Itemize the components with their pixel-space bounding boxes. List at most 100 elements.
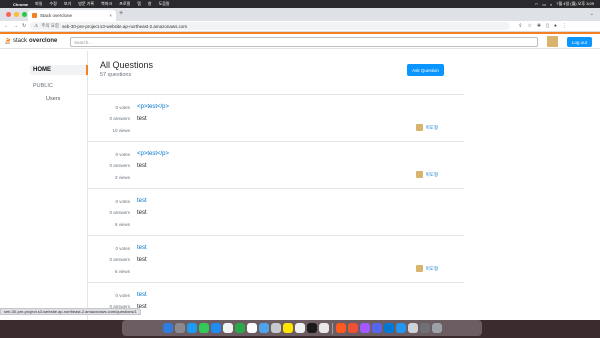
terminal-icon[interactable]: [306, 323, 317, 333]
question-title-link[interactable]: <p>test</p>: [137, 104, 169, 110]
avatar[interactable]: [547, 36, 558, 47]
sidebar-section-public: PUBLIC: [33, 83, 53, 89]
browser-toolbar: ← → ↻ ⚠ 주의 요함 seb-30-pre-project.s3-webs…: [0, 21, 600, 32]
figma-icon[interactable]: [359, 323, 370, 333]
forward-icon[interactable]: →: [13, 23, 18, 29]
question-count: 57 questions: [100, 72, 132, 78]
trash-icon[interactable]: [431, 323, 442, 333]
question-title-link[interactable]: test: [137, 292, 147, 298]
question-row: 0 votes 0 answers test test: [88, 282, 464, 320]
mail-icon[interactable]: [210, 323, 221, 333]
safari-icon[interactable]: [186, 323, 197, 333]
calendar-icon[interactable]: [246, 323, 257, 333]
menubar-item-view[interactable]: 보기: [64, 1, 71, 7]
bookmark-star-icon[interactable]: ☆: [527, 23, 531, 29]
search-input[interactable]: Search...: [70, 37, 538, 47]
view-count: 6 views: [114, 222, 130, 227]
question-row: 0 votes 0 answers 3 views <p>test</p> te…: [88, 141, 464, 188]
security-label: 주의 요함: [41, 23, 60, 28]
logout-button[interactable]: Log out: [567, 37, 592, 47]
preview-icon[interactable]: [407, 323, 418, 333]
chrome-icon[interactable]: [294, 323, 305, 333]
site-logo[interactable]: stack overclone: [4, 37, 57, 45]
more-menu-icon[interactable]: ⋮: [562, 23, 567, 29]
question-excerpt: test: [137, 163, 147, 169]
menubar-item-profiles[interactable]: 프로필: [119, 1, 130, 7]
kakaotalk-icon[interactable]: [282, 323, 293, 333]
site-header: stack overclone Search... Log out: [0, 32, 600, 49]
messages-icon[interactable]: [198, 323, 209, 333]
answer-count: 0 answers: [109, 257, 130, 262]
question-author[interactable]: 이도형: [415, 265, 438, 272]
logo-text: stack: [13, 38, 28, 44]
question-excerpt: test: [137, 116, 147, 122]
zoom-window-icon[interactable]: [22, 12, 27, 17]
photos-icon[interactable]: [222, 323, 233, 333]
answer-count: 0 answers: [109, 210, 130, 215]
question-row: 0 votes 0 answers 6 views test test: [88, 188, 464, 235]
settings-icon[interactable]: [270, 323, 281, 333]
appstore-icon[interactable]: [258, 323, 269, 333]
downloads-icon[interactable]: [419, 323, 430, 333]
search-spotlight-icon[interactable]: ⌕: [550, 2, 552, 7]
vote-count: 0 votes: [115, 199, 130, 204]
notes-icon[interactable]: [318, 323, 329, 333]
logo-text-bold: overclone: [29, 38, 58, 44]
author-name: 이도형: [425, 171, 438, 177]
swift-icon[interactable]: [335, 323, 346, 333]
facetime-icon[interactable]: [234, 323, 245, 333]
view-count: 6 views: [114, 269, 130, 274]
docker-icon[interactable]: [395, 323, 406, 333]
sidebar-item-home[interactable]: HOME: [30, 65, 88, 75]
vote-count: 0 votes: [115, 105, 130, 110]
menubar-app-name[interactable]: Chrome: [13, 2, 28, 7]
question-author[interactable]: 이도형: [415, 124, 438, 131]
address-bar[interactable]: ⚠ 주의 요함 seb-30-pre-project.s3-website.ap…: [30, 22, 511, 30]
close-tab-icon[interactable]: ×: [109, 13, 112, 18]
warning-icon[interactable]: ⚠: [34, 23, 38, 29]
menubar-item-bookmarks[interactable]: 북마크: [101, 1, 112, 7]
ask-question-button[interactable]: Ask Question: [407, 64, 444, 76]
question-title-link[interactable]: test: [137, 245, 147, 251]
share-icon[interactable]: ⇪: [518, 23, 522, 29]
menubar-item-window[interactable]: 창: [148, 1, 152, 7]
question-author[interactable]: 이도형: [415, 171, 438, 178]
battery-icon[interactable]: ▭: [542, 2, 546, 7]
view-count: 3 views: [114, 175, 130, 180]
author-name: 이도형: [425, 124, 438, 130]
minimize-window-icon[interactable]: [14, 12, 19, 17]
dock-separator: [331, 322, 333, 334]
page-title: All Questions: [100, 60, 154, 70]
menubar-item-history[interactable]: 방문 기록: [78, 1, 94, 7]
git-icon[interactable]: [347, 323, 358, 333]
finder-icon[interactable]: [162, 323, 173, 333]
wifi-icon[interactable]: ◠: [535, 2, 539, 7]
vscode-icon[interactable]: [383, 323, 394, 333]
tab-search-chevron-icon[interactable]: ⌄: [590, 11, 594, 17]
question-title-link[interactable]: <p>test</p>: [137, 151, 169, 157]
back-icon[interactable]: ←: [4, 23, 9, 29]
close-window-icon[interactable]: [6, 12, 11, 17]
browser-tab[interactable]: Stack overclone ×: [28, 10, 116, 21]
sidebar-item-users[interactable]: Users: [46, 96, 60, 102]
reload-icon[interactable]: ↻: [22, 23, 26, 29]
discord-icon[interactable]: [371, 323, 382, 333]
profile-icon[interactable]: ●: [554, 23, 557, 29]
menubar-item-help[interactable]: 도움말: [159, 1, 170, 7]
extensions-icon[interactable]: ✚: [537, 23, 541, 29]
browser-tab-bar: Stack overclone × + ⌄: [0, 8, 600, 21]
menubar-item-edit[interactable]: 수정: [50, 1, 57, 7]
menubar-item-tab[interactable]: 탭: [137, 1, 141, 7]
answer-count: 0 answers: [109, 116, 130, 121]
sidepanel-icon[interactable]: ▯: [546, 23, 549, 29]
link-status-bar: seb-30-pre-project.s3-website.ap-northea…: [0, 308, 141, 315]
menubar-clock[interactable]: 7월 4일 (월) 오후 3:09: [556, 1, 594, 7]
launchpad-icon[interactable]: [174, 323, 185, 333]
user-avatar-icon: [415, 124, 423, 131]
menubar-item-file[interactable]: 파일: [35, 1, 42, 7]
new-tab-icon[interactable]: +: [119, 10, 123, 17]
question-title-link[interactable]: test: [137, 198, 147, 204]
url-text: seb-30-pre-project.s3-website.ap-northea…: [62, 23, 188, 29]
question-row: 0 votes 0 answers 10 views <p>test</p> t…: [88, 94, 464, 141]
window-controls: [6, 12, 27, 17]
